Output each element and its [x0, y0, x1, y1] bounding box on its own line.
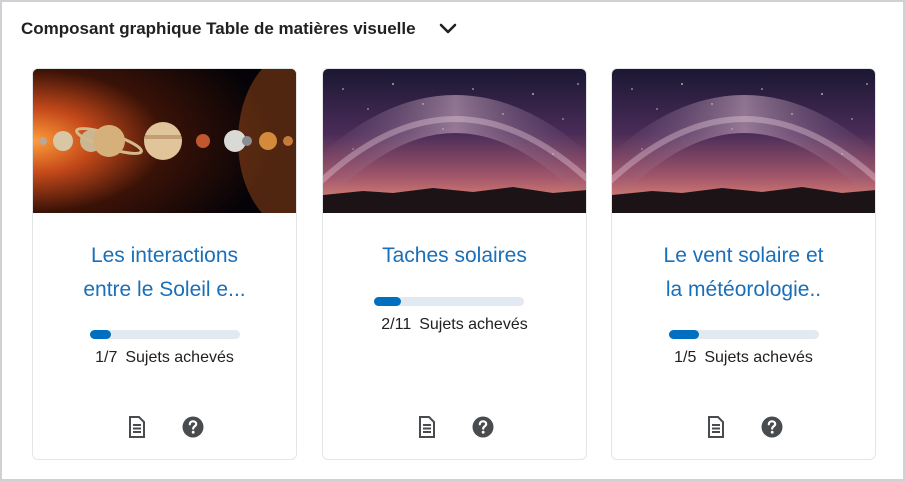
progress-fill [90, 330, 112, 339]
milky-way-image[interactable] [612, 69, 875, 213]
progress-label: Sujets achevés [704, 349, 813, 366]
help-circle-icon [761, 416, 782, 438]
collapse-button[interactable] [436, 17, 460, 41]
milky-way-image[interactable] [323, 69, 586, 213]
card-title-line: Taches solaires [382, 244, 527, 267]
card-title-line: Le vent solaire et [663, 244, 824, 267]
card-title-line: la météorologie.. [665, 278, 822, 301]
progress-fill [374, 297, 402, 306]
card-actions [323, 415, 586, 439]
widget-title: Composant graphique Table de matières vi… [21, 19, 416, 38]
card-title-link[interactable]: Les interactions entre le Soleil e... [53, 239, 276, 307]
help-circle-icon [182, 416, 203, 438]
unit-card[interactable]: Taches solaires 2/11 Sujets achevés [322, 68, 587, 460]
progress-count: 1/5 [674, 349, 697, 366]
progress-label: Sujets achevés [419, 316, 528, 333]
content-button[interactable] [704, 415, 728, 439]
progress-fill [669, 330, 699, 339]
progress-text: 2/11 Sujets achevés [323, 316, 586, 334]
card-actions [612, 415, 875, 439]
document-icon [707, 416, 724, 438]
progress-bar [374, 297, 524, 306]
content-button[interactable] [415, 415, 439, 439]
card-actions [33, 415, 296, 439]
help-button[interactable] [760, 415, 784, 439]
document-icon [128, 416, 145, 438]
planets-image[interactable] [33, 69, 296, 213]
help-button[interactable] [471, 415, 495, 439]
content-button[interactable] [125, 415, 149, 439]
progress-text: 1/7 Sujets achevés [33, 349, 296, 367]
progress-text: 1/5 Sujets achevés [612, 349, 875, 367]
progress-count: 1/7 [95, 349, 118, 366]
help-button[interactable] [181, 415, 205, 439]
card-title-line: entre le Soleil e... [83, 278, 246, 301]
progress-count: 2/11 [381, 316, 412, 333]
unit-card[interactable]: Les interactions entre le Soleil e... 1/… [32, 68, 297, 460]
visual-toc-widget: Composant graphique Table de matières vi… [0, 0, 905, 481]
help-circle-icon [472, 416, 493, 438]
document-icon [418, 416, 435, 438]
progress-bar [669, 330, 819, 339]
widget-header: Composant graphique Table de matières vi… [21, 14, 460, 44]
progress-label: Sujets achevés [125, 349, 234, 366]
unit-card[interactable]: Le vent solaire et la météorologie.. 1/5… [611, 68, 876, 460]
progress-bar [90, 330, 240, 339]
card-title-link[interactable]: Taches solaires [343, 239, 566, 273]
chevron-down-icon [439, 23, 456, 34]
card-title-link[interactable]: Le vent solaire et la météorologie.. [632, 239, 855, 307]
card-title-line: Les interactions [90, 244, 239, 267]
